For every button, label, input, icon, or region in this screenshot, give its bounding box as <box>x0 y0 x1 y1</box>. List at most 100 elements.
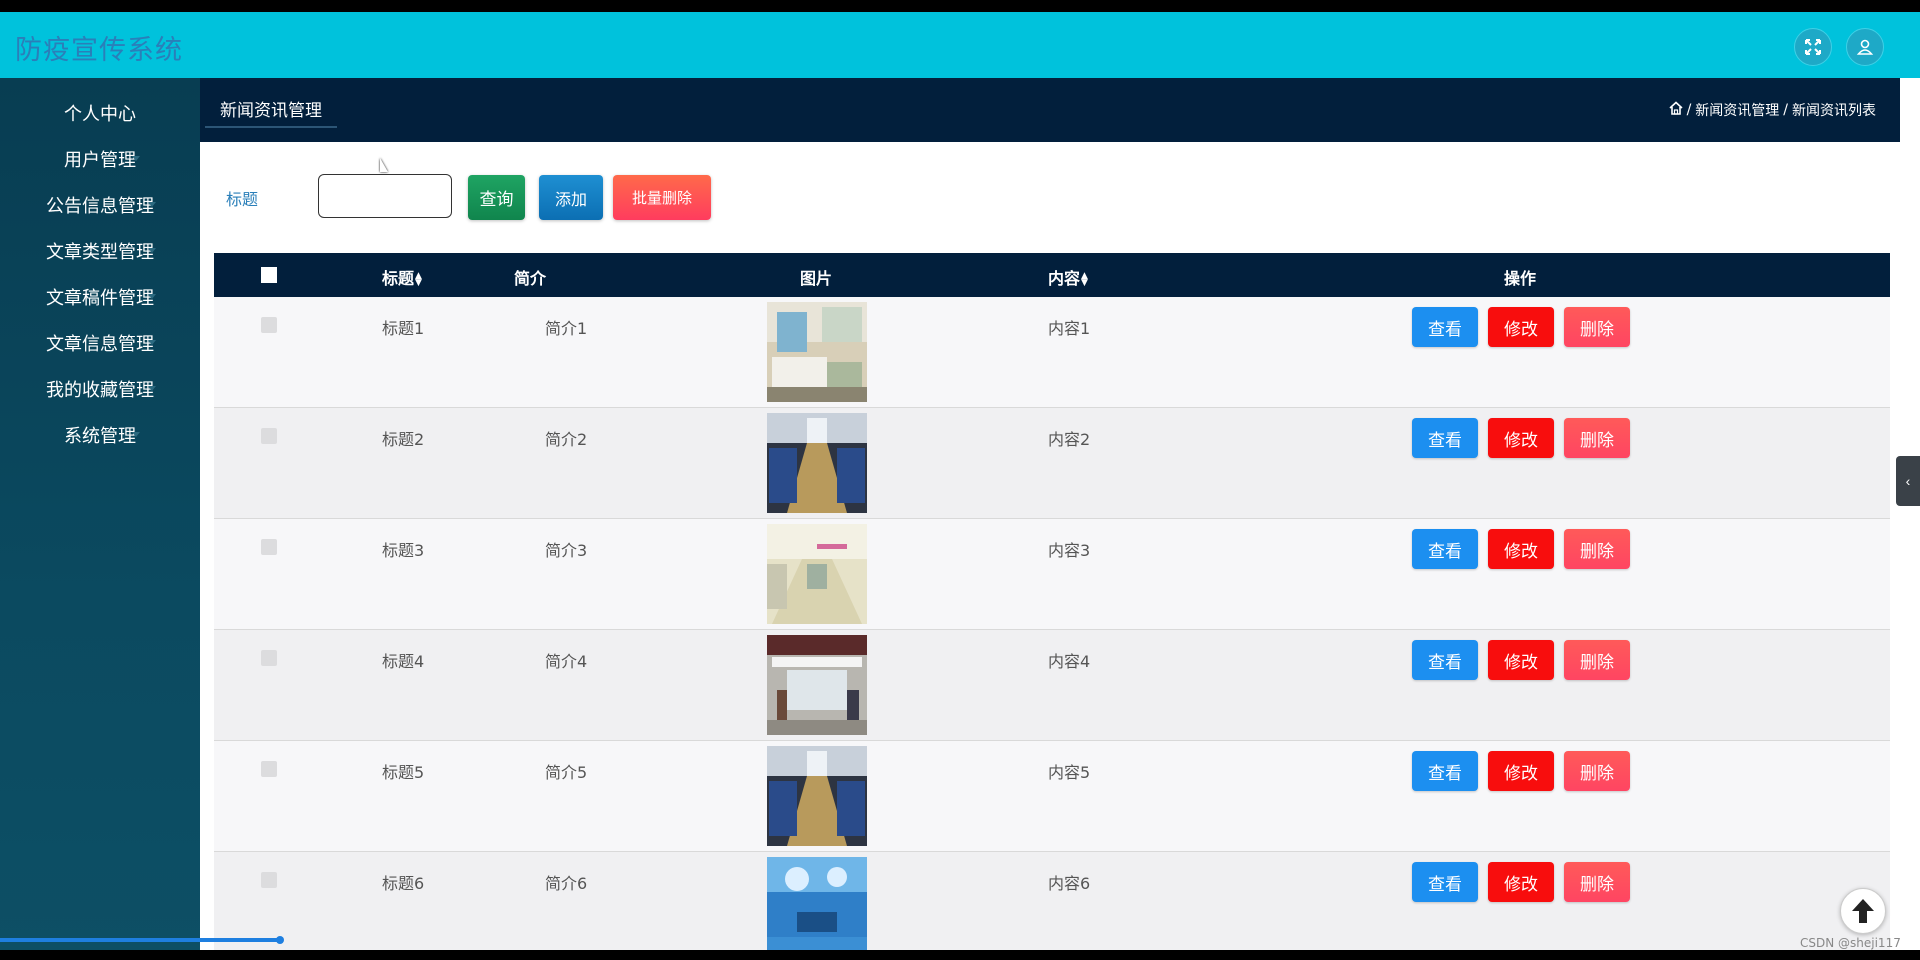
sidebar-item-label: 个人中心 <box>64 104 136 125</box>
cell-title: 标题3 <box>382 541 425 560</box>
mouse-cursor <box>380 158 388 172</box>
arrow-up-icon[interactable] <box>1840 888 1886 934</box>
sidebar-item-label: 系统管理 <box>64 426 136 447</box>
sidebar-item-system-management[interactable]: 系统管理 <box>0 412 200 458</box>
video-progress-bar[interactable] <box>0 938 280 942</box>
watermark: CSDN @sheji117 <box>1800 936 1901 950</box>
caret-down-icon <box>148 248 156 253</box>
table-row: 标题5 简介5 内容5 查看 修改 删除 <box>214 741 1890 852</box>
table-row: 标题4 简介4 内容4 查看 修改 删除 <box>214 630 1890 741</box>
cell-content: 内容2 <box>1048 430 1091 449</box>
cell-intro: 简介5 <box>545 763 588 782</box>
table-row: 标题2 简介2 内容2 查看 修改 删除 <box>214 408 1890 519</box>
add-button[interactable]: 添加 <box>539 175 603 220</box>
main-content: 新闻资讯管理 / 新闻资讯管理 / 新闻资讯列表 标题 查询 添加 批量删除 标… <box>200 78 1900 950</box>
view-button[interactable]: 查看 <box>1412 640 1478 680</box>
view-button[interactable]: 查看 <box>1412 418 1478 458</box>
edit-button[interactable]: 修改 <box>1488 640 1554 680</box>
title-label: 标题 <box>226 190 259 209</box>
fullscreen-icon[interactable] <box>1794 28 1832 66</box>
edit-button[interactable]: 修改 <box>1488 529 1554 569</box>
column-header-actions: 操作 <box>1504 269 1537 288</box>
cell-title: 标题4 <box>382 652 425 671</box>
table-row: 标题1 简介1 内容1 查看 修改 删除 <box>214 297 1890 408</box>
sidebar-item-label: 文章类型管理 <box>46 242 154 263</box>
view-button[interactable]: 查看 <box>1412 862 1478 902</box>
row-checkbox[interactable] <box>261 317 277 333</box>
row-checkbox[interactable] <box>261 539 277 555</box>
operating-room-photo <box>767 857 867 950</box>
hospital-corridor-photo <box>767 524 867 624</box>
sort-icon[interactable]: ▲ ▼ <box>1081 271 1088 287</box>
chevron-left-icon[interactable]: ‹ <box>1896 456 1920 506</box>
caret-down-icon <box>148 340 156 345</box>
breadcrumb-separator: / <box>1686 102 1692 118</box>
sidebar-item-article-draft-management[interactable]: 文章稿件管理 <box>0 274 200 320</box>
sidebar-item-article-info-management[interactable]: 文章信息管理 <box>0 320 200 366</box>
row-checkbox[interactable] <box>261 872 277 888</box>
breadcrumb-item-current: 新闻资讯列表 <box>1792 103 1876 119</box>
infusion-room-photo <box>767 746 867 846</box>
row-checkbox[interactable] <box>261 761 277 777</box>
batch-delete-button[interactable]: 批量删除 <box>613 175 711 220</box>
breadcrumb-separator: / <box>1783 102 1788 118</box>
sidebar-item-label: 公告信息管理 <box>46 196 154 217</box>
caret-down-icon <box>148 386 156 391</box>
column-header-label: 标题 <box>382 269 415 288</box>
cell-intro: 简介2 <box>545 430 588 449</box>
title-search-input[interactable] <box>318 174 452 218</box>
home-icon[interactable] <box>1669 101 1683 119</box>
delete-button[interactable]: 删除 <box>1564 751 1630 791</box>
column-header-title[interactable]: 标题▲ ▼ <box>382 265 422 289</box>
sidebar-item-article-type-management[interactable]: 文章类型管理 <box>0 228 200 274</box>
select-all-checkbox[interactable] <box>261 267 277 283</box>
cell-title: 标题2 <box>382 430 425 449</box>
edit-button[interactable]: 修改 <box>1488 418 1554 458</box>
hospital-ward-photo <box>767 302 867 402</box>
news-table: 标题▲▼ 简介 图片 内容▲▼ 操作 标题1 简介1 内容1 查看 修改 删 <box>214 253 1890 950</box>
sidebar-item-user-management[interactable]: 用户管理 <box>0 136 200 182</box>
view-button[interactable]: 查看 <box>1412 307 1478 347</box>
caret-down-icon <box>148 202 156 207</box>
column-header-intro: 简介 <box>514 269 547 288</box>
table-row: 标题6 简介6 内容6 查看 修改 删除 <box>214 852 1890 950</box>
row-checkbox[interactable] <box>261 428 277 444</box>
column-header-image: 图片 <box>800 269 833 288</box>
row-checkbox[interactable] <box>261 650 277 666</box>
cell-intro: 简介6 <box>545 874 588 893</box>
query-button[interactable]: 查询 <box>468 175 525 220</box>
sidebar: 个人中心 用户管理 公告信息管理 文章类型管理 文章稿件管理 文章信息管理 我的… <box>0 78 200 950</box>
app-title: 防疫宣传系统 <box>15 35 183 66</box>
sidebar-item-label: 我的收藏管理 <box>46 380 154 401</box>
cell-content: 内容5 <box>1048 763 1091 782</box>
view-button[interactable]: 查看 <box>1412 751 1478 791</box>
video-progress-handle[interactable] <box>276 936 284 944</box>
delete-button[interactable]: 删除 <box>1564 862 1630 902</box>
delete-button[interactable]: 删除 <box>1564 640 1630 680</box>
content-header: 新闻资讯管理 / 新闻资讯管理 / 新闻资讯列表 <box>200 78 1900 142</box>
cell-title: 标题6 <box>382 874 425 893</box>
edit-button[interactable]: 修改 <box>1488 862 1554 902</box>
delete-button[interactable]: 删除 <box>1564 418 1630 458</box>
sidebar-item-favorites-management[interactable]: 我的收藏管理 <box>0 366 200 412</box>
tab-news-management[interactable]: 新闻资讯管理 <box>205 86 337 128</box>
breadcrumb-item[interactable]: 新闻资讯管理 <box>1695 100 1779 120</box>
delete-button[interactable]: 删除 <box>1564 307 1630 347</box>
sidebar-item-label: 文章信息管理 <box>46 334 154 355</box>
sidebar-item-notice-management[interactable]: 公告信息管理 <box>0 182 200 228</box>
sort-icon[interactable]: ▲ ▼ <box>415 271 422 287</box>
delete-button[interactable]: 删除 <box>1564 529 1630 569</box>
sidebar-item-personal-center[interactable]: 个人中心 <box>0 90 200 136</box>
top-bar: 防疫宣传系统 <box>0 12 1920 78</box>
view-button[interactable]: 查看 <box>1412 529 1478 569</box>
caret-down-icon <box>148 294 156 299</box>
breadcrumb: / 新闻资讯管理 / 新闻资讯列表 <box>1669 100 1876 120</box>
edit-button[interactable]: 修改 <box>1488 751 1554 791</box>
cell-title: 标题5 <box>382 763 425 782</box>
column-header-content[interactable]: 内容▲ ▼ <box>1048 265 1088 289</box>
cell-intro: 简介1 <box>545 319 588 338</box>
user-icon[interactable] <box>1846 28 1884 66</box>
cell-content: 内容6 <box>1048 874 1091 893</box>
edit-button[interactable]: 修改 <box>1488 307 1554 347</box>
column-header-label: 内容 <box>1048 269 1081 288</box>
